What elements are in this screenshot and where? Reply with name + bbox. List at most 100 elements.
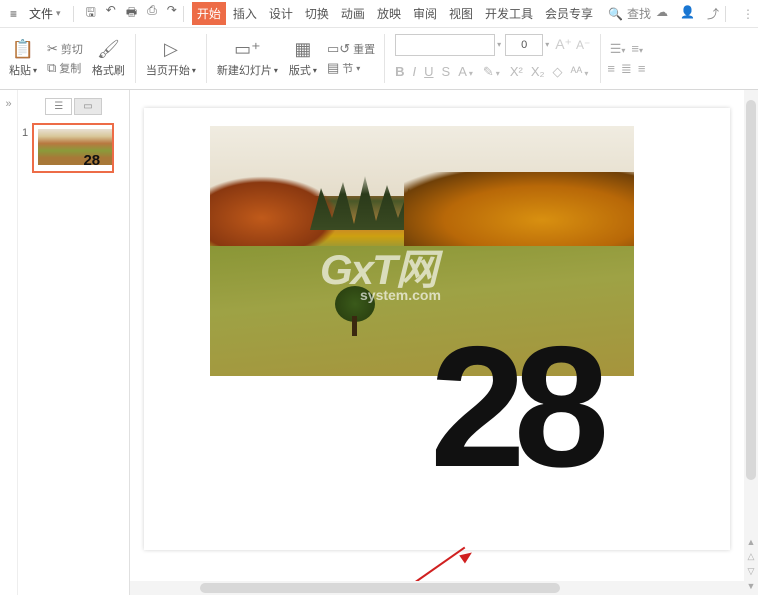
cut-button[interactable]: ✂剪切: [44, 40, 86, 58]
redo-icon[interactable]: ↷: [167, 3, 177, 24]
vertical-scrollbar[interactable]: [744, 90, 758, 574]
font-size-select[interactable]: 0: [505, 34, 543, 56]
more-icon[interactable]: ⋮: [742, 7, 754, 21]
copy-icon: ⧉: [47, 60, 56, 76]
next-slide-icon[interactable]: ▼: [747, 581, 756, 591]
view-toggle: ☰ ▭: [22, 98, 125, 115]
scrollbar-thumb[interactable]: [200, 583, 560, 593]
ribbon-tabs: 开始 插入 设计 切换 动画 放映 审阅 视图 开发工具 会员专享: [192, 2, 598, 25]
watermark: GxT网 system.com: [320, 236, 441, 303]
chevron-down-icon: ▾: [545, 40, 549, 49]
clear-format-icon[interactable]: ◇: [551, 64, 565, 80]
collapse-panel-button[interactable]: »: [0, 90, 18, 595]
separator: [725, 6, 726, 22]
scroll-down-icon[interactable]: ▽: [748, 566, 755, 577]
number-list-icon[interactable]: ≡▾: [631, 41, 643, 57]
font-name-select[interactable]: [395, 34, 495, 56]
tab-slideshow[interactable]: 放映: [372, 2, 406, 25]
brush-icon: 🖌: [97, 39, 120, 60]
ribbon-toolbar: 📋 粘贴▾ ✂剪切 ⧉复制 🖌 格式刷 ▷ 当页开始▾ ▭⁺ 新建幻灯片▾ ▦ …: [0, 28, 758, 90]
italic-icon[interactable]: I: [411, 64, 419, 79]
play-icon: ▷: [164, 39, 178, 60]
save-icon[interactable]: 🖫: [86, 3, 96, 24]
section-button[interactable]: ▤节▾: [324, 59, 378, 77]
hamburger-menu[interactable]: ≡: [4, 5, 23, 23]
align-right-icon[interactable]: ≡: [638, 61, 646, 77]
undo-icon[interactable]: ↶: [106, 3, 116, 24]
increase-font-icon[interactable]: A⁺: [555, 36, 572, 53]
tab-member[interactable]: 会员专享: [540, 2, 598, 25]
search-button[interactable]: 🔍 查找: [608, 5, 651, 22]
thumbnail-image: [38, 129, 112, 165]
tab-animation[interactable]: 动画: [336, 2, 370, 25]
chevron-down-icon: ▾: [274, 66, 278, 75]
slide-thumbnail-panel: ☰ ▭ 1 28: [18, 90, 130, 595]
tab-transition[interactable]: 切换: [300, 2, 334, 25]
slide-canvas-area: GxT网 system.com 28 ▲ △ ▽ ▼: [130, 90, 758, 595]
thumbnail-slot: 1 28: [22, 123, 125, 173]
share-icon[interactable]: ⤴: [707, 5, 719, 22]
separator: [206, 34, 207, 83]
quick-access-toolbar: 🖫 ↶ 🖶 ⎙ ↷: [86, 3, 177, 24]
font-effects-icon[interactable]: ᴬᴬ▾: [569, 64, 593, 79]
tab-insert[interactable]: 插入: [228, 2, 262, 25]
from-current-button[interactable]: ▷ 当页开始▾: [142, 37, 200, 80]
highlight-icon[interactable]: ✎▾: [481, 64, 504, 80]
horizontal-scrollbar[interactable]: [130, 581, 744, 595]
bullet-list-icon[interactable]: ☰▾: [610, 41, 626, 57]
format-painter-button[interactable]: 🖌 格式刷: [88, 37, 129, 80]
strikethrough-icon[interactable]: S: [440, 64, 453, 79]
search-icon: 🔍: [608, 7, 623, 21]
bold-icon[interactable]: B: [393, 64, 406, 79]
preview-icon[interactable]: ⎙: [147, 3, 157, 24]
underline-icon[interactable]: U: [422, 64, 435, 79]
new-slide-button[interactable]: ▭⁺ 新建幻灯片▾: [213, 37, 282, 80]
layout-button[interactable]: ▦ 版式▾: [284, 37, 322, 80]
file-menu-label: 文件: [29, 5, 53, 22]
decrease-font-icon[interactable]: A⁻: [576, 38, 590, 52]
tab-review[interactable]: 审阅: [408, 2, 442, 25]
superscript-icon[interactable]: X²: [508, 64, 525, 79]
print-icon[interactable]: 🖶: [126, 3, 137, 24]
separator: [183, 6, 184, 22]
file-menu[interactable]: 文件 ▾: [23, 3, 67, 24]
slide-thumbnail-1[interactable]: 28: [32, 123, 114, 173]
slide[interactable]: GxT网 system.com 28: [144, 108, 730, 550]
user-icon[interactable]: 👤: [680, 5, 695, 22]
workspace: » ☰ ▭ 1 28 GxT网: [0, 90, 758, 595]
scroll-nav-buttons: ▲ △ ▽ ▼: [744, 533, 758, 595]
scissors-icon: ✂: [47, 41, 58, 57]
paste-button[interactable]: 📋 粘贴▾: [4, 37, 42, 80]
layout-icon: ▦: [294, 39, 311, 60]
scroll-up-icon[interactable]: △: [748, 551, 755, 562]
subscript-icon[interactable]: X₂: [529, 64, 547, 79]
paragraph-group: ☰▾ ≡▾ ≡ ≣ ≡: [603, 30, 649, 87]
prev-slide-icon[interactable]: ▲: [747, 537, 756, 547]
chevron-down-icon: ▾: [33, 66, 37, 75]
tab-devtools[interactable]: 开发工具: [480, 2, 538, 25]
section-icon: ▤: [327, 60, 339, 76]
tab-home[interactable]: 开始: [192, 2, 226, 25]
font-group: ▾ 0 ▾ A⁺ A⁻ B I U S A▾ ✎▾ X² X₂ ◇ ᴬᴬ▾: [387, 30, 598, 87]
search-label: 查找: [627, 5, 651, 22]
thumbnail-text: 28: [83, 152, 100, 169]
align-left-icon[interactable]: ≡: [607, 61, 615, 77]
outline-view-button[interactable]: ☰: [45, 98, 72, 115]
slide-big-number[interactable]: 28: [430, 308, 597, 506]
tab-view[interactable]: 视图: [444, 2, 478, 25]
reset-button[interactable]: ▭↺重置: [324, 40, 378, 58]
clipboard-group: 📋 粘贴▾ ✂剪切 ⧉复制 🖌 格式刷: [0, 30, 133, 87]
thumbnail-view-button[interactable]: ▭: [74, 98, 101, 115]
scrollbar-thumb[interactable]: [746, 100, 756, 480]
separator: [384, 34, 385, 83]
reset-icon: ▭↺: [327, 41, 350, 57]
cloud-icon[interactable]: ☁: [656, 5, 668, 22]
tab-design[interactable]: 设计: [264, 2, 298, 25]
font-color-icon[interactable]: A▾: [456, 64, 477, 79]
align-center-icon[interactable]: ≣: [621, 61, 632, 77]
new-slide-icon: ▭⁺: [234, 39, 261, 60]
chevron-down-icon: ▾: [56, 8, 61, 19]
separator: [135, 34, 136, 83]
copy-button[interactable]: ⧉复制: [44, 59, 86, 77]
top-right-tools: ☁ 👤 ⤴: [656, 5, 719, 22]
